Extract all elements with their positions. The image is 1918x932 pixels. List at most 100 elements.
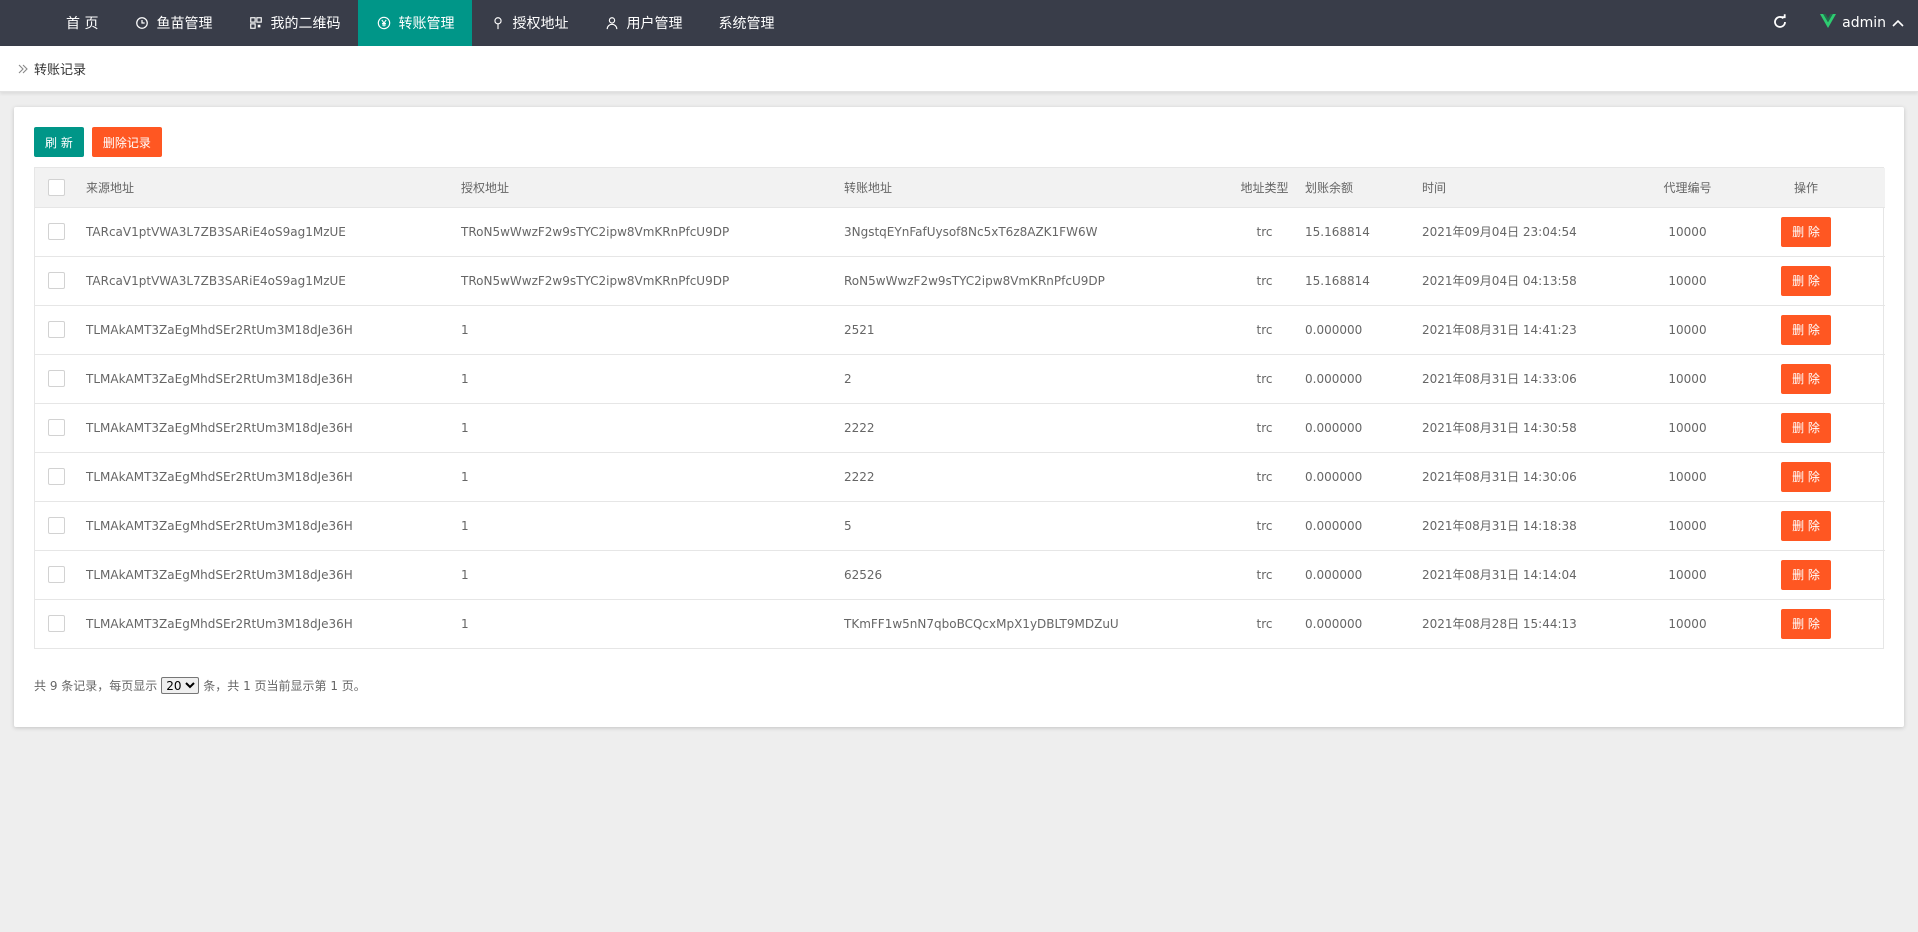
table-cell: 10000 (1668, 420, 1707, 435)
breadcrumb-current: 转账记录 (34, 63, 87, 78)
row-checkbox[interactable] (48, 419, 65, 436)
table-row: TLMAkAMT3ZaEgMhdSEr2RtUm3M18dJe36H 1 TKmFF… (35, 599, 1885, 648)
nav-item-authorized-address[interactable]: 授权地址 (472, 0, 586, 46)
page-size-select[interactable]: 20 (161, 677, 200, 694)
row-checkbox[interactable] (48, 615, 65, 633)
row-checkbox[interactable] (48, 370, 65, 387)
table-cell: 2222 (844, 469, 875, 484)
column-header: 时间 (1422, 180, 1447, 195)
table-cell: 2021年08月31日 14:30:58 (1422, 421, 1577, 435)
nav-item-label: 授权地址 (512, 16, 569, 32)
table-row: TLMAkAMT3ZaEgMhdSEr2RtUm3M18dJe36H 1 62526… (35, 550, 1885, 599)
table-cell: 2521 (844, 322, 875, 337)
yen-icon (376, 15, 392, 31)
nav-item-home[interactable]: 首 页 (48, 0, 116, 46)
user-menu[interactable]: admin (1820, 14, 1918, 32)
nav-item-system-management[interactable]: 系统管理 (700, 0, 792, 46)
table-cell: 1 (461, 371, 469, 386)
nav-item-label: 用户管理 (626, 16, 683, 32)
table-cell: 0.000000 (1305, 567, 1363, 582)
refresh-button[interactable]: 刷 新 (34, 127, 84, 157)
delete-row-button[interactable]: 删 除 (1781, 559, 1831, 590)
username: admin (1842, 15, 1886, 31)
table-cell: 15.168814 (1305, 273, 1370, 288)
table-cell: TLMAkAMT3ZaEgMhdSEr2RtUm3M18dJe36H (86, 567, 353, 582)
pager-prefix: 共 9 条记录，每页显示 (34, 679, 158, 693)
table-cell: TARcaV1ptVWA3L7ZB3SARiE4oS9ag1MzUE (86, 273, 346, 288)
row-checkbox[interactable] (48, 321, 65, 338)
delete-row-button[interactable]: 删 除 (1781, 314, 1831, 345)
location-pin-icon (490, 15, 506, 31)
nav-item-transfer-management[interactable]: 转账管理 (358, 0, 473, 46)
table-cell: 0.000000 (1305, 616, 1363, 631)
table-cell: TLMAkAMT3ZaEgMhdSEr2RtUm3M18dJe36H (86, 420, 353, 435)
table-cell: TLMAkAMT3ZaEgMhdSEr2RtUm3M18dJe36H (86, 518, 353, 533)
nav-item-fry-management[interactable]: 鱼苗管理 (116, 0, 230, 46)
table-cell: 0.000000 (1305, 371, 1363, 386)
table-cell: 2021年08月31日 14:14:04 (1422, 568, 1577, 582)
table-cell: 0.000000 (1305, 322, 1363, 337)
table-row: TLMAkAMT3ZaEgMhdSEr2RtUm3M18dJe36H 1 2 trc 0… (35, 354, 1885, 403)
table-cell: 1 (461, 420, 469, 435)
table-cell: 2 (844, 371, 852, 386)
table-cell: trc (1256, 371, 1273, 386)
delete-row-button[interactable]: 删 除 (1781, 412, 1831, 443)
table-cell: 10000 (1668, 371, 1707, 386)
table-cell: trc (1256, 518, 1273, 533)
row-checkbox[interactable] (48, 517, 65, 534)
table-cell: 1 (461, 469, 469, 484)
delete-row-button[interactable]: 删 除 (1781, 608, 1831, 639)
column-header: 划账余额 (1305, 180, 1354, 195)
main-nav: 首 页 鱼苗管理 我的二维码 转账管理 授权地址 用户管理 系统管理 (48, 0, 792, 46)
nav-item-label: 首 页 (66, 16, 99, 32)
delete-row-button[interactable]: 删 除 (1781, 363, 1831, 394)
table-cell: 1 (461, 322, 469, 337)
table-cell: trc (1256, 224, 1273, 239)
table-cell: TARcaV1ptVWA3L7ZB3SARiE4oS9ag1MzUE (86, 224, 346, 239)
table-cell: 0.000000 (1305, 420, 1363, 435)
vue-logo-icon (1820, 14, 1837, 32)
table-cell: 10000 (1668, 273, 1707, 288)
nav-item-label: 转账管理 (398, 16, 455, 32)
table-cell: 10000 (1668, 322, 1707, 337)
content-card: 刷 新 删除记录 来源地址 授权地址 转账地址 地址类型 划账余额 时间 代理编… (14, 107, 1904, 727)
select-all-checkbox[interactable] (48, 178, 65, 196)
pagination: 共 9 条记录，每页显示 20 条，共 1 页当前显示第 1 页。 (34, 677, 366, 694)
delete-row-button[interactable]: 删 除 (1781, 265, 1831, 296)
table-cell: 62526 (844, 567, 883, 582)
column-header: 来源地址 (86, 180, 135, 195)
chevron-up-icon (1892, 15, 1904, 31)
row-checkbox[interactable] (48, 272, 65, 289)
table-cell: trc (1256, 616, 1273, 631)
table-cell: trc (1256, 322, 1273, 337)
table-cell: 0.000000 (1305, 469, 1363, 484)
table-cell: 2021年08月31日 14:41:23 (1422, 323, 1577, 337)
refresh-icon (1772, 13, 1788, 33)
column-header: 授权地址 (461, 180, 510, 195)
breadcrumb: 转账记录 (0, 46, 1918, 92)
row-checkbox[interactable] (48, 223, 65, 240)
pager-suffix: 条，共 1 页当前显示第 1 页。 (203, 679, 366, 693)
delete-row-button[interactable]: 删 除 (1781, 510, 1831, 541)
table-cell: 2021年08月31日 14:30:06 (1422, 470, 1577, 484)
row-checkbox[interactable] (48, 468, 65, 485)
refresh-page-button[interactable] (1760, 0, 1800, 46)
table-cell: TLMAkAMT3ZaEgMhdSEr2RtUm3M18dJe36H (86, 616, 353, 631)
table-cell: 10000 (1668, 518, 1707, 533)
table-header-row: 来源地址 授权地址 转账地址 地址类型 划账余额 时间 代理编号 操作 (35, 168, 1885, 207)
table-cell: 10000 (1668, 616, 1707, 631)
delete-records-button[interactable]: 删除记录 (91, 127, 162, 157)
delete-row-button[interactable]: 删 除 (1781, 216, 1831, 247)
nav-item-user-management[interactable]: 用户管理 (586, 0, 700, 46)
table-cell: TRoN5wWwzF2w9sTYC2ipw8VmKRnPfcU9DP (461, 224, 730, 239)
row-checkbox[interactable] (48, 566, 65, 583)
nav-item-label: 鱼苗管理 (156, 16, 213, 32)
table-cell: TKmFF1w5nN7qboBCQcxMpX1yDBLT9MDZuU (844, 616, 1119, 631)
table-row: TLMAkAMT3ZaEgMhdSEr2RtUm3M18dJe36H 1 2222 t… (35, 403, 1885, 452)
table-cell: 1 (461, 616, 469, 631)
delete-row-button[interactable]: 删 除 (1781, 461, 1831, 492)
table-cell: 2021年09月04日 04:13:58 (1422, 274, 1577, 288)
column-header: 地址类型 (1240, 180, 1289, 195)
nav-item-my-qrcode[interactable]: 我的二维码 (230, 0, 358, 46)
top-navbar: 首 页 鱼苗管理 我的二维码 转账管理 授权地址 用户管理 系统管理 admin (0, 0, 1918, 46)
